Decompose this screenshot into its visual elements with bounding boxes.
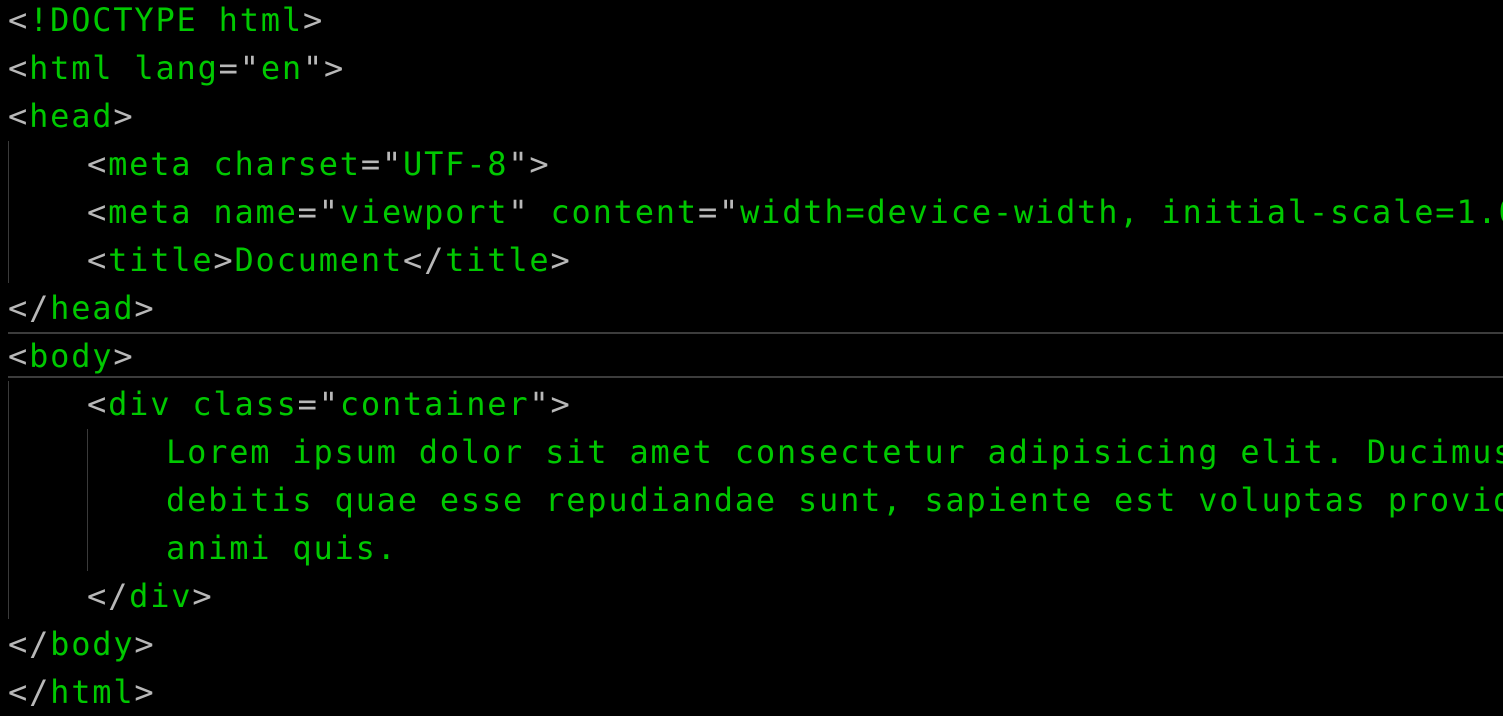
indent-guide-body [8, 381, 9, 619]
code-punctuation: < [87, 193, 109, 231]
code-token: html lang [29, 49, 219, 87]
code-punctuation: > [213, 241, 235, 279]
code-token: debitis quae esse repudiandae sunt, sapi… [166, 481, 1503, 519]
code-punctuation: =" [697, 193, 741, 231]
code-token: content [550, 193, 698, 231]
code-token: div class [108, 385, 298, 423]
code-token: body [29, 337, 114, 375]
indent-guide-div [87, 429, 88, 571]
current-line-highlight [8, 332, 1503, 378]
code-token: head [50, 289, 135, 327]
code-punctuation: < [87, 241, 109, 279]
code-punctuation: "> [302, 49, 346, 87]
code-punctuation: < [8, 49, 30, 87]
code-token: html [50, 673, 135, 711]
code-punctuation: =" [297, 385, 340, 423]
code-punctuation: < [87, 385, 109, 423]
code-token: !DOCTYPE html [29, 1, 303, 39]
code-punctuation: =" [297, 193, 340, 231]
code-line[interactable]: <html lang="en"> [8, 44, 345, 92]
code-punctuation: > [192, 577, 214, 615]
code-line[interactable]: Lorem ipsum dolor sit amet consectetur a… [166, 428, 1503, 476]
code-punctuation: </ [8, 625, 51, 663]
code-punctuation: > [134, 289, 156, 327]
code-punctuation: < [8, 1, 30, 39]
code-punctuation: "> [508, 145, 551, 183]
code-line[interactable]: <div class="container"> [87, 380, 572, 428]
code-token: container [339, 385, 530, 423]
code-token: width=device-width, initial-scale=1.0 [740, 193, 1503, 231]
code-token: animi quis. [166, 529, 398, 567]
code-punctuation: > [302, 1, 325, 39]
code-punctuation: > [113, 337, 135, 375]
code-punctuation: =" [218, 49, 261, 87]
code-line[interactable]: <title>Document</title> [87, 236, 572, 284]
code-line[interactable]: <meta charset="UTF-8"> [87, 140, 550, 188]
code-punctuation: < [8, 337, 30, 375]
code-token: title [445, 241, 551, 279]
code-line[interactable]: </html> [8, 668, 155, 716]
code-line[interactable]: <head> [8, 92, 134, 140]
code-token: meta name [108, 193, 298, 231]
code-token: div [129, 577, 193, 615]
code-token: viewport [339, 193, 509, 231]
code-punctuation: > [134, 625, 156, 663]
code-token: title [108, 241, 214, 279]
code-punctuation: </ [403, 241, 446, 279]
code-token: UTF-8 [403, 145, 509, 183]
code-punctuation: </ [8, 673, 51, 711]
code-punctuation: < [8, 97, 30, 135]
code-token: en [260, 49, 303, 87]
code-line[interactable]: debitis quae esse repudiandae sunt, sapi… [166, 476, 1503, 524]
code-punctuation: > [550, 241, 572, 279]
code-punctuation: "> [529, 385, 572, 423]
code-line[interactable]: <!DOCTYPE html> [8, 0, 324, 44]
code-line[interactable]: <body> [8, 332, 134, 380]
code-punctuation: </ [8, 289, 51, 327]
indent-guide-head [8, 141, 9, 283]
code-punctuation: > [113, 97, 135, 135]
code-line[interactable]: </div> [87, 572, 213, 620]
code-line[interactable]: </head> [8, 284, 155, 332]
code-editor[interactable]: <!DOCTYPE html> <html lang="en"> <head> <me… [0, 0, 1503, 716]
code-token: meta charset [108, 145, 361, 183]
code-token: body [50, 625, 135, 663]
code-line[interactable]: animi quis. [166, 524, 398, 572]
code-token: head [29, 97, 114, 135]
code-token: Document [234, 241, 404, 279]
code-line[interactable]: </body> [8, 620, 155, 668]
code-punctuation: < [87, 145, 109, 183]
code-punctuation: " [508, 193, 551, 231]
code-punctuation: </ [87, 577, 130, 615]
code-line[interactable]: <meta name="viewport" content="width=dev… [87, 188, 1503, 236]
code-punctuation: =" [360, 145, 404, 183]
code-token: Lorem ipsum dolor sit amet consectetur a… [166, 433, 1503, 471]
code-punctuation: > [134, 673, 156, 711]
